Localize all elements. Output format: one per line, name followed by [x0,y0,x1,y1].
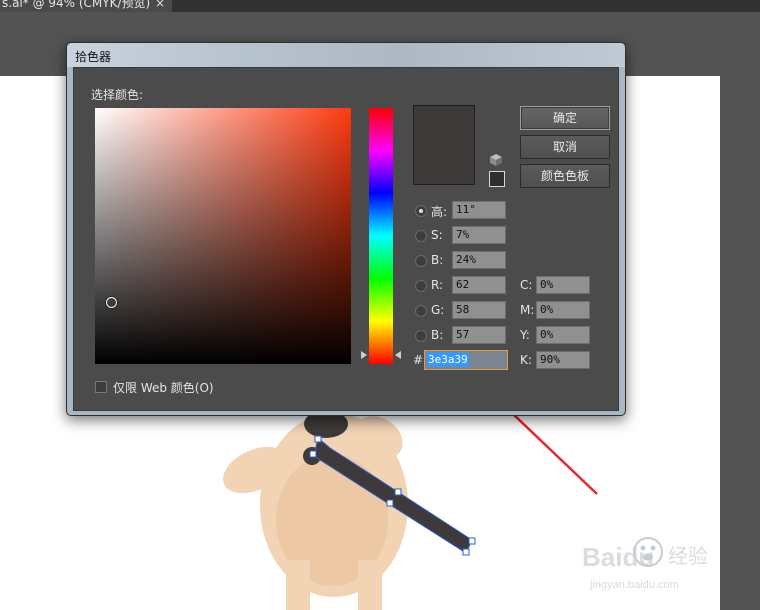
ok-button[interactable]: 确定 [520,106,610,130]
select-color-label: 选择颜色: [91,88,144,102]
radio-blue[interactable] [415,330,427,342]
dialog-titlebar[interactable]: 拾色器 [67,43,625,67]
watermark-url: jingyan.baidu.com [589,579,679,591]
radio-saturation[interactable] [415,230,427,242]
web-colors-only-label[interactable]: 仅限 Web 颜色(O) [113,379,214,396]
color-marker[interactable] [106,297,117,308]
hue-label: 高: [431,205,448,219]
dialog-title: 拾色器 [75,50,112,64]
out-of-web-gamut-cube-icon[interactable] [488,152,504,168]
hue-slider-right-arrow[interactable] [395,351,401,359]
green-label: G: [431,303,445,317]
yellow-label: Y: [520,328,530,342]
cancel-button[interactable]: 取消 [520,135,610,159]
web-colors-only-checkbox[interactable] [95,381,107,393]
color-swatches-button[interactable]: 颜色色板 [520,164,610,188]
radio-hue[interactable] [415,205,427,217]
brightness-field[interactable]: 24% [452,251,506,269]
hue-slider-left-arrow[interactable] [361,351,367,359]
black-field[interactable]: 90% [536,351,590,369]
hex-field[interactable]: 3e3a39 [424,350,508,370]
character-right-leg [358,560,382,610]
hex-value-selected: 3e3a39 [427,352,469,367]
character-left-leg [286,560,310,610]
magenta-label: M: [520,303,535,317]
blue-field[interactable]: 57 [452,326,506,344]
color-picker-dialog: 拾色器 选择颜色: 确定 取消 颜色色板 高: 11° S: 7% B: 24% [66,42,626,416]
web-safe-color-swatch[interactable] [489,171,505,187]
cyan-label: C: [520,278,533,292]
brightness-label: B: [431,253,444,267]
hue-field[interactable]: 11° [452,201,506,219]
magenta-field[interactable]: 0% [536,301,590,319]
radio-red[interactable] [415,280,427,292]
radio-brightness[interactable] [415,255,427,267]
green-field[interactable]: 58 [452,301,506,319]
hue-slider[interactable] [369,108,393,364]
saturation-brightness-field[interactable] [95,108,351,364]
saturation-field[interactable]: 7% [452,226,506,244]
red-field[interactable]: 62 [452,276,506,294]
watermark-brand: Baidu [582,542,654,572]
watermark-cn: 经验 [668,544,708,568]
radio-green[interactable] [415,305,427,317]
yellow-field[interactable]: 0% [536,326,590,344]
dialog-body: 选择颜色: 确定 取消 颜色色板 高: 11° S: 7% B: 24% R: … [73,67,619,411]
black-label: K: [520,353,532,367]
cyan-field[interactable]: 0% [536,276,590,294]
blue-label: B: [431,328,444,342]
red-label: R: [431,278,444,292]
color-preview-swatch [413,105,475,185]
hex-label: # [413,353,424,367]
saturation-label: S: [431,228,443,242]
